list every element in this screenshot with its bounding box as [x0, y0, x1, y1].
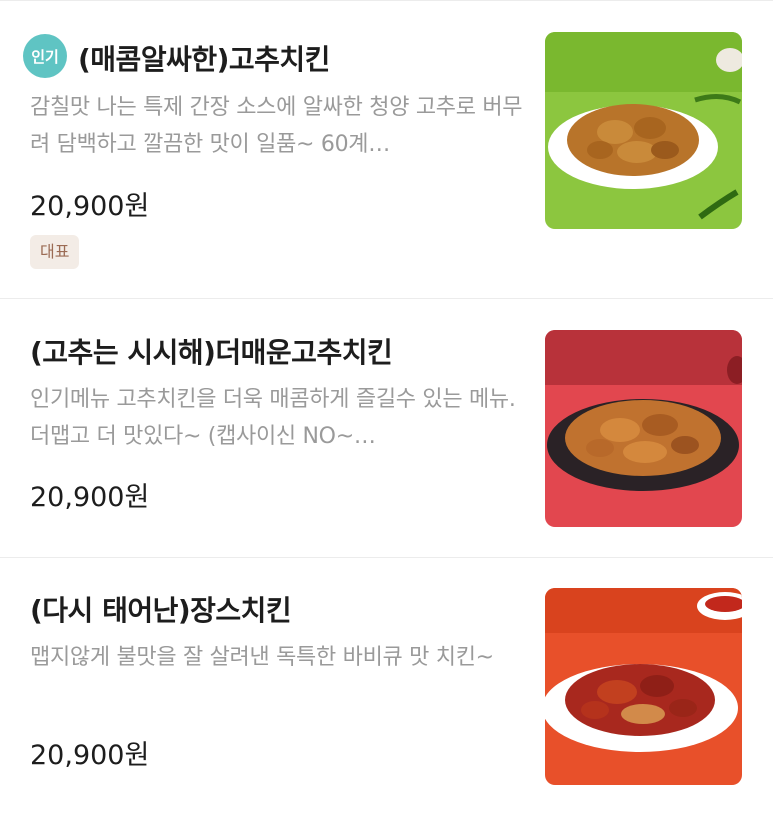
menu-item-description: 인기메뉴 고추치킨을 더욱 매콤하게 즐길수 있는 메뉴. 더맵고 더 맛있다~… — [30, 387, 516, 449]
menu-item[interactable]: 인기 (매콤알싸한)고추치킨 감칠맛 나는 특제 간장 소스에 알싸한 청양 고… — [0, 0, 773, 298]
menu-item[interactable]: (고추는 시시해)더매운고추치킨 인기메뉴 고추치킨을 더욱 매콤하게 즐길수 … — [0, 299, 773, 557]
menu-item-name: (고추는 시시해)더매운고추치킨 — [30, 336, 393, 369]
menu-item-name: (매콤알싸한)고추치킨 — [78, 43, 330, 76]
menu-item-price: 20,900원 — [30, 482, 150, 513]
menu-item-price: 20,900원 — [30, 740, 150, 771]
menu-item-description: 감칠맛 나는 특제 간장 소스에 알싸한 청양 고추로 버무려 담백하고 깔끔한… — [30, 95, 523, 157]
chicken-photo-icon[interactable] — [545, 588, 742, 785]
menu-item-price: 20,900원 — [30, 191, 150, 222]
chicken-photo-icon[interactable] — [545, 32, 742, 229]
menu-item-description: 맵지않게 불맛을 잘 살려낸 독특한 바비큐 맛 치킨~ — [30, 645, 494, 670]
chicken-photo-icon[interactable] — [545, 330, 742, 527]
menu-item[interactable]: (다시 태어난)장스치킨 맵지않게 불맛을 잘 살려낸 독특한 바비큐 맛 치킨… — [0, 558, 773, 815]
popular-badge: 인기 — [23, 34, 67, 78]
signature-tag: 대표 — [30, 235, 80, 269]
menu-item-name: (다시 태어난)장스치킨 — [30, 594, 292, 627]
